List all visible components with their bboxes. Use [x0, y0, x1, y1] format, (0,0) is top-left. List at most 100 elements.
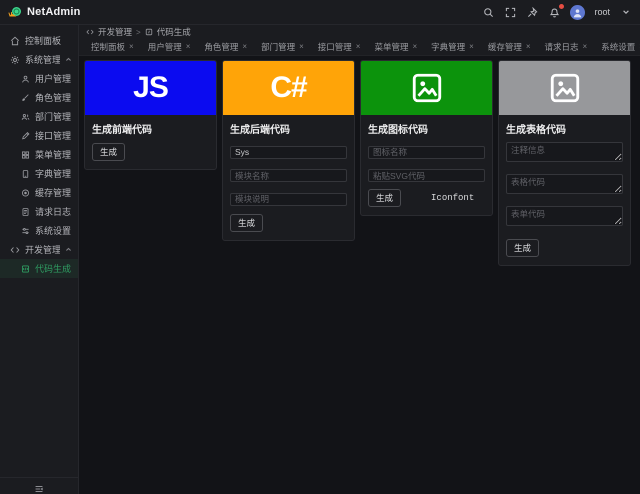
- brush-icon: [21, 93, 30, 103]
- comment-info-textarea[interactable]: [506, 142, 623, 162]
- image-icon: [548, 71, 582, 105]
- collapse-sidebar-icon[interactable]: [34, 481, 44, 492]
- generate-backend-button[interactable]: 生成: [230, 213, 264, 232]
- chevron-up-icon: [65, 56, 72, 63]
- close-icon[interactable]: ×: [242, 43, 247, 51]
- tab-menu-management[interactable]: 菜单管理 ×: [368, 39, 423, 55]
- card-title: 生成图标代码: [368, 125, 428, 136]
- tab-api-management[interactable]: 接口管理 ×: [312, 39, 367, 55]
- tab-cache-management[interactable]: 缓存管理 ×: [482, 39, 537, 55]
- breadcrumb: 开发管理 > 代码生成: [79, 25, 640, 39]
- sidebar-item-user-management[interactable]: 用户管理: [0, 69, 78, 88]
- tab-user-management[interactable]: 用户管理 ×: [142, 39, 197, 55]
- sidebar-item-department-management[interactable]: 部门管理: [0, 107, 78, 126]
- tab-bar: 控制面板 × 用户管理 × 角色管理 × 部门管理 × 接口管理 × 菜单管理 × 字典管理…: [79, 39, 640, 56]
- close-icon[interactable]: ×: [583, 43, 588, 51]
- brand-name: NetAdmin: [27, 6, 81, 18]
- module-name-input[interactable]: [230, 169, 347, 182]
- chevron-down-icon[interactable]: [619, 6, 632, 19]
- js-banner: JS: [85, 61, 216, 115]
- form-code-textarea[interactable]: [506, 206, 623, 226]
- csharp-banner: C#: [223, 61, 354, 115]
- js-logo-text: JS: [133, 71, 169, 104]
- main-area: 开发管理 > 代码生成 控制面板 × 用户管理 × 角色管理 × 部门管理 × 接口管理…: [79, 25, 640, 494]
- sidebar-item-cache-management[interactable]: 缓存管理: [0, 183, 78, 202]
- chevron-up-icon: [65, 246, 72, 253]
- card-frontend-code: JS 生成前端代码 生成: [84, 60, 217, 170]
- svg-code-input[interactable]: [368, 169, 485, 182]
- close-icon[interactable]: ×: [469, 43, 474, 51]
- code-icon: [10, 245, 20, 255]
- image-banner: [499, 61, 630, 115]
- top-bar: NetAdmin root: [0, 0, 640, 25]
- close-icon[interactable]: ×: [412, 43, 417, 51]
- cache-disc-icon: [21, 188, 30, 198]
- sidebar-item-system-settings[interactable]: 系统设置: [0, 221, 78, 240]
- netadmin-app: NetAdmin root 控制面板 系统管理 用户管理 角色管理 部门管理 接…: [0, 0, 640, 494]
- close-icon[interactable]: ×: [186, 43, 191, 51]
- tab-system-settings[interactable]: 系统设置×: [595, 39, 640, 55]
- sidebar-item-api-management[interactable]: 接口管理: [0, 126, 78, 145]
- tab-dictionary-management[interactable]: 字典管理 ×: [425, 39, 480, 55]
- snail-logo-icon: [8, 6, 22, 18]
- image-icon: [410, 71, 444, 105]
- menu-grid-icon: [21, 150, 30, 160]
- table-code-textarea[interactable]: [506, 174, 623, 194]
- card-table-code: 生成表格代码 生成: [498, 60, 631, 266]
- generate-table-button[interactable]: 生成: [506, 239, 540, 257]
- card-backend-code: C# 生成后端代码 生成: [222, 60, 355, 241]
- sidebar-item-menu-management[interactable]: 菜单管理: [0, 145, 78, 164]
- sidebar-item-control-panel[interactable]: 控制面板: [0, 31, 78, 50]
- content-area: JS 生成前端代码 生成 C# 生成后端代码 Sys 模块名称 模块说明 生成 …: [79, 56, 640, 494]
- home-icon: [10, 36, 20, 46]
- sidebar-item-role-management[interactable]: 角色管理: [0, 88, 78, 107]
- generate-icon-button[interactable]: 生成: [368, 189, 402, 207]
- sidebar-item-request-log[interactable]: 请求日志: [0, 202, 78, 221]
- card-icon-code: 生成图标代码 生成 Iconfont: [360, 60, 493, 216]
- breadcrumb-page[interactable]: 代码生成: [157, 26, 191, 38]
- sidebar-item-code-generation[interactable]: 代码生成: [0, 259, 78, 278]
- close-icon[interactable]: ×: [356, 43, 361, 51]
- fullscreen-icon[interactable]: [504, 6, 517, 19]
- tab-department-management[interactable]: 部门管理 ×: [255, 39, 310, 55]
- generate-frontend-button[interactable]: 生成: [92, 143, 126, 161]
- bell-icon[interactable]: [548, 2, 566, 19]
- log-document-icon: [21, 207, 30, 217]
- code-icon: [86, 28, 94, 36]
- book-icon: [21, 169, 30, 179]
- close-icon[interactable]: ×: [129, 43, 134, 51]
- card-title: 生成前端代码: [92, 125, 152, 136]
- codegen-grid-icon: [145, 28, 153, 36]
- gear-icon: [10, 55, 20, 65]
- search-icon[interactable]: [482, 6, 495, 19]
- tab-control-panel[interactable]: 控制面板 ×: [85, 39, 140, 55]
- icon-name-input[interactable]: [368, 145, 485, 159]
- image-banner: [361, 61, 492, 115]
- pencil-icon: [21, 131, 30, 141]
- user-name[interactable]: root: [594, 7, 610, 17]
- module-prefix-input[interactable]: [230, 145, 347, 159]
- sidebar: 控制面板 系统管理 用户管理 角色管理 部门管理 接口管理 菜单管理 字典管理 …: [0, 25, 79, 494]
- card-title: 生成表格代码: [506, 125, 566, 136]
- tab-role-management[interactable]: 角色管理 ×: [198, 39, 253, 55]
- sidebar-item-dictionary-management[interactable]: 字典管理: [0, 164, 78, 183]
- breadcrumb-section[interactable]: 开发管理: [98, 26, 132, 38]
- app-frame: 控制面板 系统管理 用户管理 角色管理 部门管理 接口管理 菜单管理 字典管理 …: [0, 25, 640, 494]
- top-actions: root: [482, 2, 632, 20]
- breadcrumb-separator: >: [136, 27, 141, 37]
- close-icon[interactable]: ×: [299, 43, 304, 51]
- csharp-logo-text: C#: [270, 71, 307, 104]
- settings-sliders-icon: [21, 226, 30, 236]
- tab-request-log[interactable]: 请求日志 ×: [539, 39, 594, 55]
- user-icon: [21, 74, 30, 84]
- pin-icon[interactable]: [526, 6, 539, 19]
- module-description-input[interactable]: [230, 192, 347, 206]
- iconfont-link[interactable]: Iconfont: [431, 193, 474, 203]
- sidebar-footer: [0, 477, 78, 494]
- app-logo[interactable]: NetAdmin: [8, 6, 81, 18]
- notification-badge: [558, 2, 566, 10]
- avatar[interactable]: [570, 4, 586, 20]
- close-icon[interactable]: ×: [526, 43, 531, 51]
- sidebar-item-development-management[interactable]: 开发管理: [0, 240, 78, 259]
- sidebar-item-system-management[interactable]: 系统管理: [0, 50, 78, 69]
